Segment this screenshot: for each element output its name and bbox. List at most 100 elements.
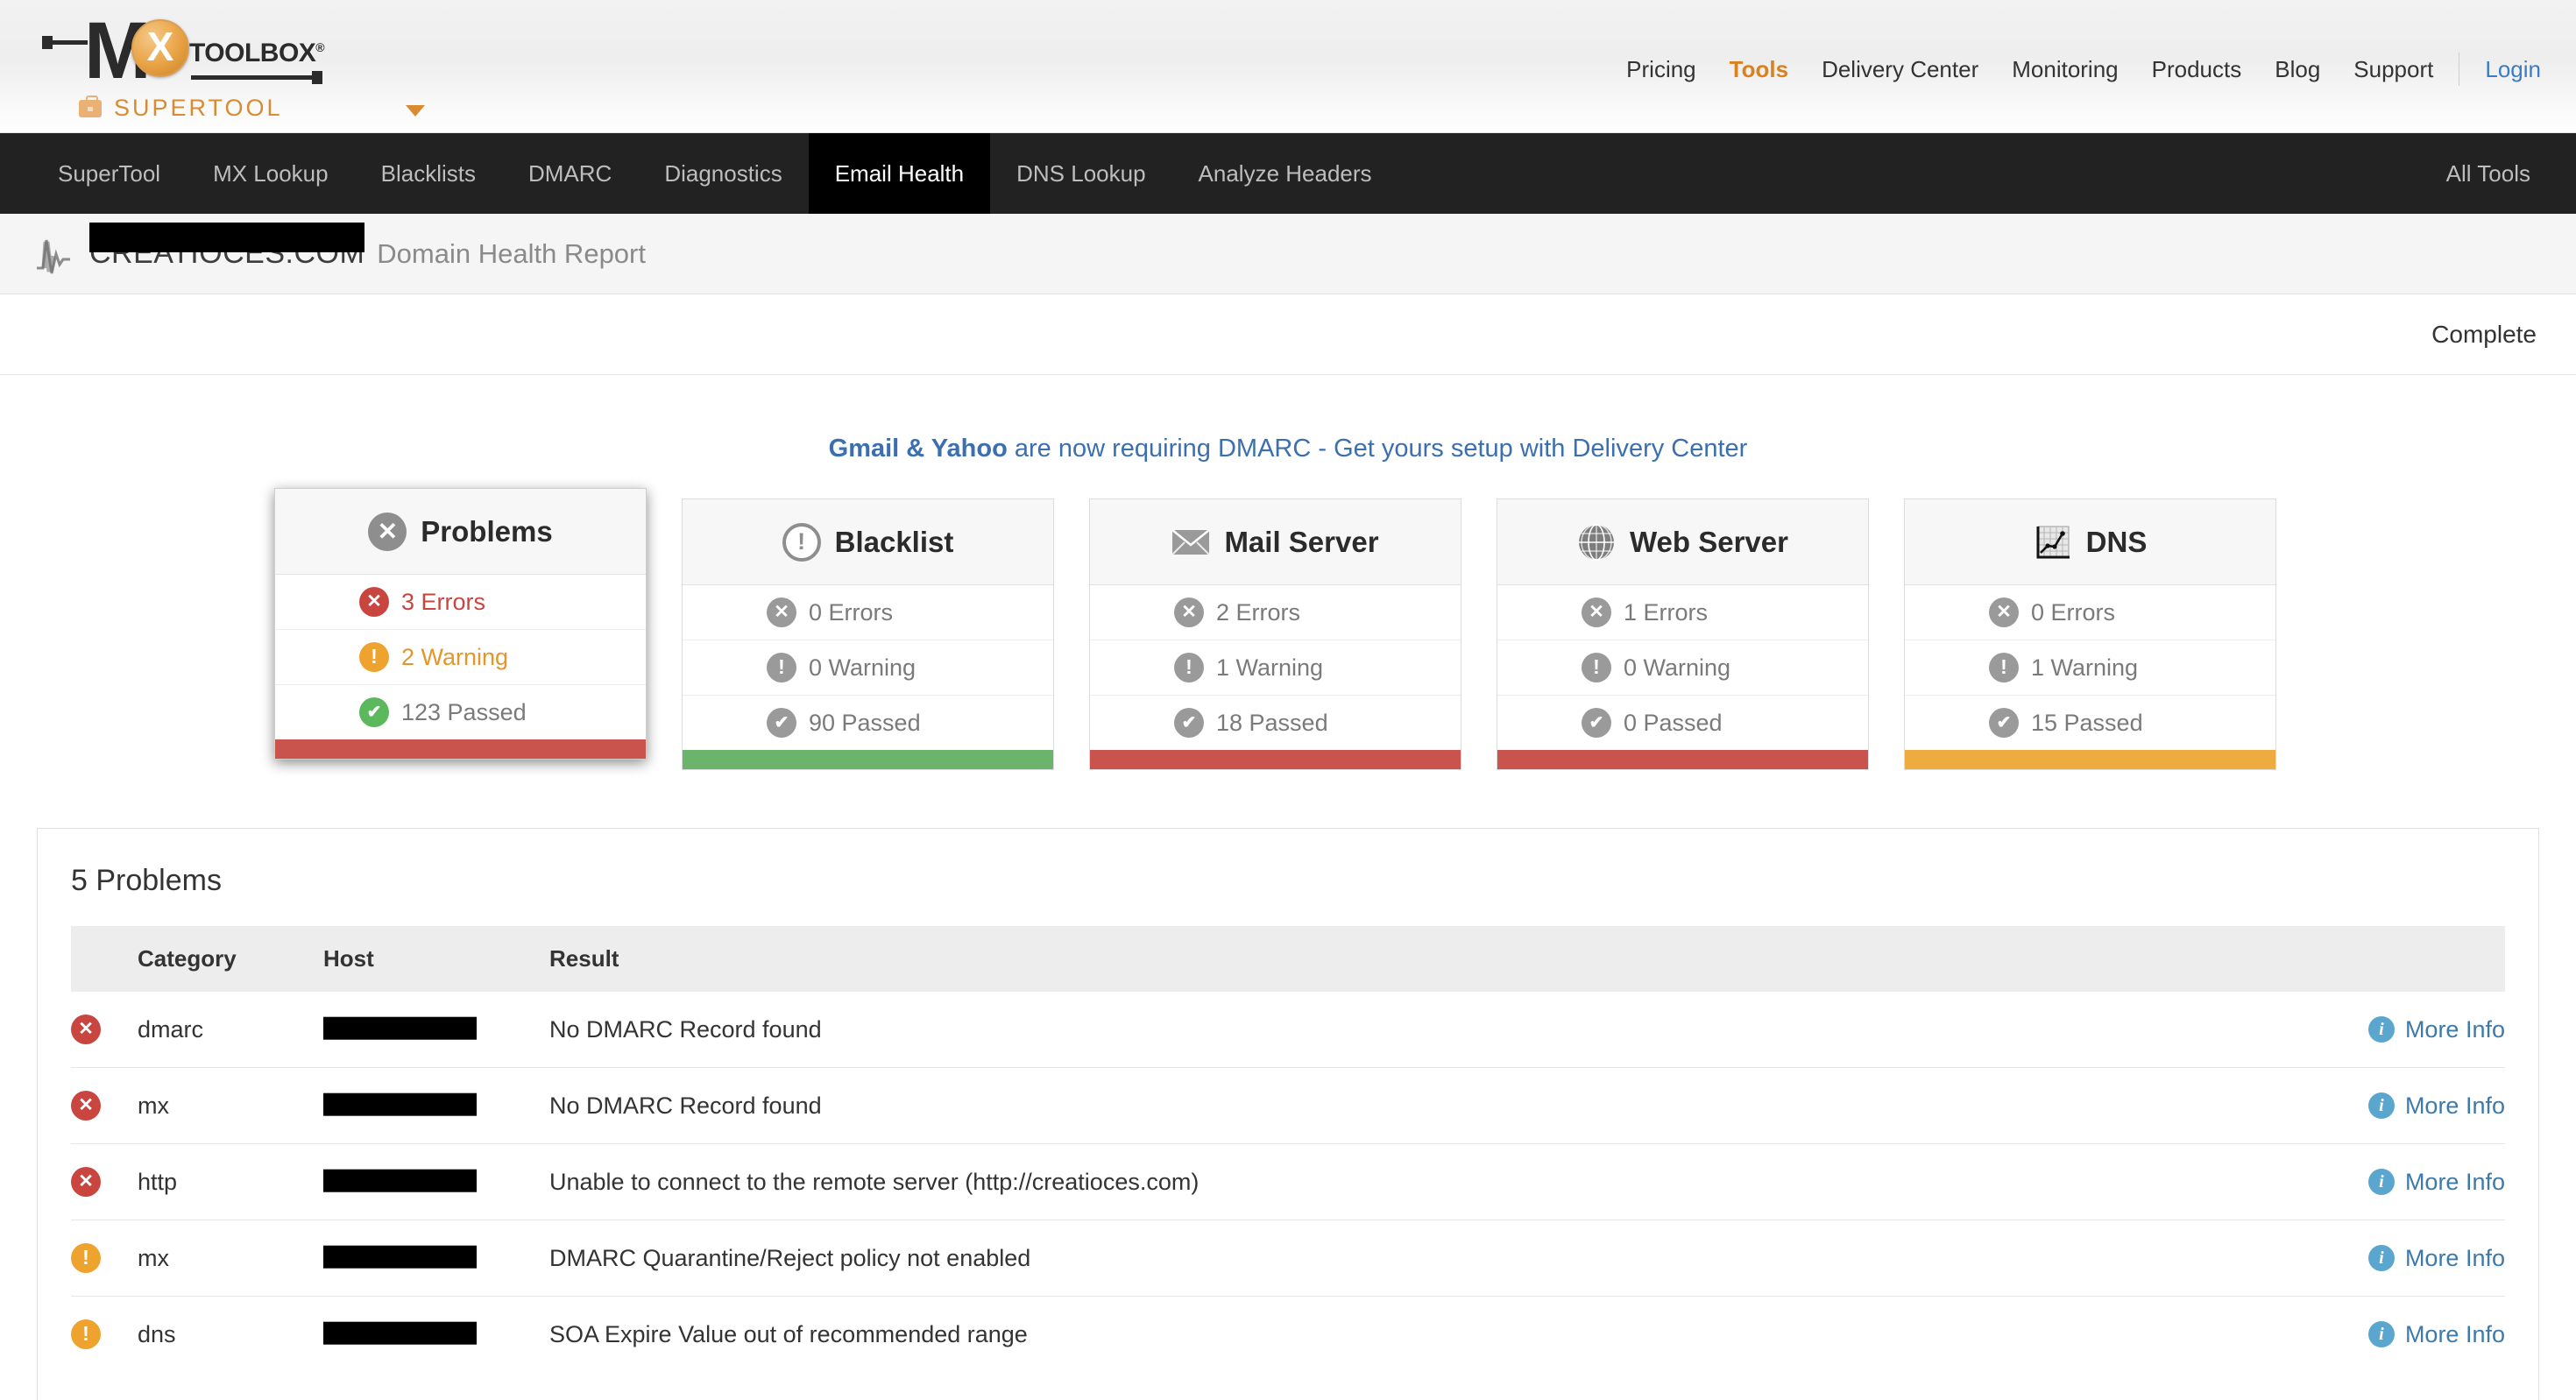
topnav-item-delivery-center[interactable]: Delivery Center: [1805, 56, 1995, 83]
table-header: Category Host Result: [71, 926, 2505, 992]
info-icon: i: [2367, 1016, 2395, 1043]
row-host: creatioces.com: [323, 1297, 549, 1373]
row-severity: !: [71, 1220, 138, 1297]
check-icon: ✔: [359, 697, 389, 727]
more-info-link[interactable]: i More Info: [2242, 1321, 2505, 1348]
row-result: DMARC Quarantine/Reject policy not enabl…: [549, 1220, 2242, 1297]
card-body: ✕ 2 Errors ! 1 Warning ✔ 18 Passed: [1090, 585, 1461, 750]
briefcase-icon: [79, 95, 102, 117]
summary-card-problems[interactable]: ✕ Problems ✕ 3 Errors ! 2 Warning ✔ 123 …: [274, 488, 647, 760]
logo-left-bar-decoration: [42, 36, 88, 49]
redaction-bar: [323, 1092, 477, 1116]
card-body: ✕ 0 Errors ! 0 Warning ✔ 90 Passed: [683, 585, 1053, 750]
topnav-item-monitoring[interactable]: Monitoring: [1995, 56, 2134, 83]
row-host: creatioces.com: [323, 1067, 549, 1144]
card-title: Mail Server: [1224, 525, 1379, 558]
tab-dmarc[interactable]: DMARC: [502, 133, 638, 214]
table-header-row: Category Host Result: [71, 926, 2505, 992]
summary-card-blacklist[interactable]: ! Blacklist ✕ 0 Errors ! 0 Warning ✔ 90 …: [682, 498, 1054, 770]
errors-count: 2 Errors: [1216, 598, 1301, 626]
tab-supertool[interactable]: SuperTool: [32, 133, 187, 214]
more-info-link[interactable]: i More Info: [2242, 1016, 2505, 1043]
row-more-info-cell: i More Info: [2242, 1067, 2505, 1144]
errors-count: 0 Errors: [809, 598, 894, 626]
error-icon: ✕: [71, 1091, 101, 1121]
top-bar: M X TOOLBOX® SUPERTOOL Pricing Tools Del…: [0, 0, 2576, 133]
warning-icon: !: [71, 1319, 101, 1349]
summary-card-mail-server[interactable]: Mail Server ✕ 2 Errors ! 1 Warning ✔ 18 …: [1089, 498, 1461, 770]
check-icon: ✔: [1174, 708, 1204, 738]
card-title: DNS: [2085, 525, 2148, 558]
globe-icon: [1579, 523, 1614, 561]
error-icon: ✕: [1582, 597, 1611, 627]
login-link[interactable]: Login: [2468, 56, 2541, 83]
column-result[interactable]: Result: [549, 926, 2242, 992]
metric-passed: ✔ 90 Passed: [683, 696, 1053, 750]
warning-icon: !: [359, 642, 389, 672]
card-header: DNS: [1905, 499, 2275, 585]
promo-rest-text: are now requiring DMARC - Get yours setu…: [1007, 435, 1748, 463]
card-status-bar: [1090, 750, 1461, 769]
topnav-item-products[interactable]: Products: [2135, 56, 2259, 83]
more-info-label: More Info: [2404, 1244, 2505, 1271]
topnav-item-tools[interactable]: Tools: [1713, 56, 1805, 83]
chevron-down-icon[interactable]: [406, 105, 425, 117]
card-title: Web Server: [1630, 525, 1788, 558]
more-info-label: More Info: [2404, 1015, 2505, 1043]
table-row: ✕ mx creatioces.com No DMARC Record foun…: [71, 1067, 2505, 1144]
row-category: mx: [138, 1067, 323, 1144]
tab-mx-lookup[interactable]: MX Lookup: [187, 133, 355, 214]
more-info-link[interactable]: i More Info: [2242, 1092, 2505, 1120]
tab-email-health[interactable]: Email Health: [808, 133, 991, 214]
card-header: Web Server: [1497, 499, 1868, 585]
all-tools-link[interactable]: All Tools: [2429, 133, 2548, 214]
warning-count: 0 Warning: [809, 654, 916, 681]
redaction-bar: [323, 1016, 477, 1040]
errors-count: 0 Errors: [2031, 598, 2116, 626]
logo-toolbox-text: TOOLBOX®: [189, 39, 325, 67]
passed-count: 18 Passed: [1216, 709, 1328, 736]
tab-dns-lookup[interactable]: DNS Lookup: [990, 133, 1171, 214]
row-category: mx: [138, 1220, 323, 1297]
mxtoolbox-logo[interactable]: M X TOOLBOX® SUPERTOOL: [33, 7, 445, 121]
card-body: ✕ 1 Errors ! 0 Warning ✔ 0 Passed: [1497, 585, 1868, 750]
row-severity: !: [71, 1297, 138, 1373]
topnav-item-pricing[interactable]: Pricing: [1610, 56, 1712, 83]
tab-analyze-headers[interactable]: Analyze Headers: [1172, 133, 1398, 214]
redaction-bar: [89, 223, 365, 252]
summary-card-web-server[interactable]: Web Server ✕ 1 Errors ! 0 Warning ✔ 0 Pa…: [1497, 498, 1869, 770]
topnav-item-support[interactable]: Support: [2337, 56, 2450, 83]
card-status-bar: [1905, 750, 2275, 769]
tab-blacklists[interactable]: Blacklists: [355, 133, 502, 214]
card-body: ✕ 0 Errors ! 1 Warning ✔ 15 Passed: [1905, 585, 2275, 750]
redaction-bar: [323, 1169, 477, 1192]
column-category[interactable]: Category: [138, 926, 323, 992]
metric-warning: ! 2 Warning: [275, 630, 646, 685]
topnav-item-blog[interactable]: Blog: [2258, 56, 2337, 83]
primary-navigation: Pricing Tools Delivery Center Monitoring…: [1610, 53, 2541, 86]
check-icon: ✔: [1582, 708, 1611, 738]
dmarc-promo-link[interactable]: Gmail & Yahoo are now requiring DMARC - …: [829, 435, 1748, 463]
error-icon: ✕: [359, 587, 389, 617]
more-info-link[interactable]: i More Info: [2242, 1169, 2505, 1196]
more-info-link[interactable]: i More Info: [2242, 1245, 2505, 1272]
redaction-bar: [323, 1321, 477, 1345]
metric-passed: ✔ 123 Passed: [275, 685, 646, 739]
summary-card-dns[interactable]: DNS ✕ 0 Errors ! 1 Warning ✔ 15 Passed: [1904, 498, 2276, 770]
row-result: SOA Expire Value out of recommended rang…: [549, 1320, 1028, 1347]
metric-passed: ✔ 15 Passed: [1905, 696, 2275, 750]
row-host: creatioces.com: [323, 1143, 549, 1220]
domain-name-redacted: CREATIOCES.COM: [89, 223, 365, 271]
row-more-info-cell: i More Info: [2242, 992, 2505, 1068]
card-status-bar: [1497, 750, 1868, 769]
column-host[interactable]: Host: [323, 926, 549, 992]
info-icon: i: [2367, 1169, 2395, 1195]
card-header: ! Blacklist: [683, 499, 1053, 585]
metric-warning: ! 1 Warning: [1905, 640, 2275, 696]
check-icon: ✔: [767, 708, 796, 738]
tab-diagnostics[interactable]: Diagnostics: [638, 133, 808, 214]
row-severity: ✕: [71, 1067, 138, 1144]
warning-icon: !: [71, 1243, 101, 1273]
error-icon: ✕: [767, 597, 796, 627]
supertool-label-row[interactable]: SUPERTOOL: [79, 95, 283, 122]
